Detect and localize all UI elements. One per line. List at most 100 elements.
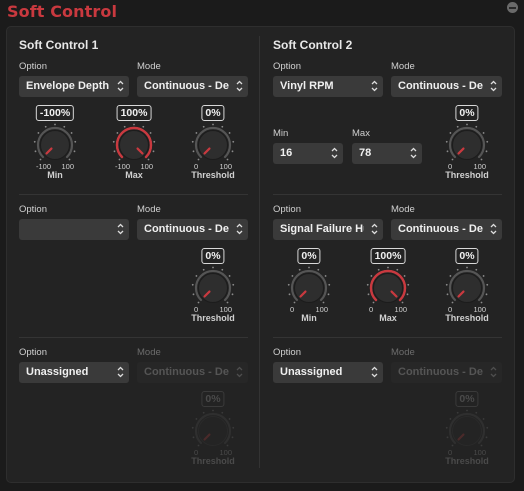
knob-dial[interactable] — [445, 123, 489, 167]
knob-tick — [195, 275, 198, 277]
knob-tick — [74, 140, 77, 143]
sc2-max-stepper[interactable]: 78 — [352, 143, 422, 164]
knob-tick — [228, 132, 231, 134]
sc2-row2-max-knob[interactable]: 100% 0 100 Max — [362, 248, 414, 324]
knob-tick — [232, 140, 235, 143]
knob-dial[interactable] — [33, 123, 77, 167]
updown-chevron-icon — [236, 80, 243, 92]
knob-tick — [133, 123, 135, 126]
sc2-row3-option-label: Option — [273, 347, 301, 358]
knob-tick — [396, 268, 399, 271]
knob-value: 100% — [370, 248, 406, 264]
knob-tick — [445, 426, 448, 429]
updown-chevron-icon — [117, 80, 124, 92]
knob-min-label: 0 — [290, 305, 295, 314]
knob-tick — [293, 301, 296, 304]
knob-value: 100% — [116, 105, 152, 121]
sc1-row2-mode-label: Mode — [137, 204, 161, 215]
knob-tick — [197, 301, 200, 304]
sc1-row3-threshold-knob: 0% 0 100 Threshold — [187, 391, 239, 467]
knob-max-label: 100 — [61, 162, 74, 171]
knob-tick — [212, 409, 214, 412]
sc1-row2-option-dropdown[interactable] — [19, 219, 129, 240]
knob-tick — [485, 436, 488, 439]
knob-tick — [466, 409, 468, 412]
knob-tick — [451, 444, 454, 447]
updown-chevron-icon — [236, 366, 243, 378]
sc2-row3-mode-label: Mode — [391, 347, 415, 358]
sc2-threshold-knob[interactable]: 0% 0 100 Threshold — [441, 105, 493, 181]
knob-face — [198, 130, 228, 160]
sc1-row2-mode-dropdown[interactable]: Continuous - Dead Zone — [137, 219, 248, 240]
knob-dial[interactable] — [191, 266, 235, 310]
knob-tick — [226, 301, 229, 304]
sc2-min-stepper[interactable]: 16 — [273, 143, 343, 164]
knob-tick — [451, 158, 454, 161]
sc1-row3-option-dropdown[interactable]: Unassigned — [19, 362, 129, 383]
sc2-row2-min-knob[interactable]: 0% 0 100 Min — [283, 248, 335, 324]
knob-tick — [366, 283, 369, 286]
knob-tick — [232, 426, 235, 429]
sc1-row1-option-label: Option — [19, 61, 47, 72]
knob-name: Threshold — [445, 170, 489, 180]
sc1-row1-mode-dropdown[interactable]: Continuous - Dead Zone — [137, 76, 248, 97]
dropdown-value: Signal Failure Hum — [280, 223, 364, 235]
knob-min-label: 0 — [369, 305, 374, 314]
knob-tick — [480, 158, 483, 161]
updown-chevron-icon — [410, 147, 417, 159]
knob-tick — [370, 275, 373, 277]
knob-tick — [33, 140, 36, 143]
knob-face — [294, 273, 324, 303]
knob-dial[interactable] — [445, 266, 489, 310]
knob-name: Max — [379, 313, 397, 323]
soft-control-1-title: Soft Control 1 — [19, 38, 99, 52]
sc2-row1-option-label: Option — [273, 61, 301, 72]
knob-tick — [322, 301, 325, 304]
knob-tick — [485, 150, 488, 153]
knob-face — [452, 416, 482, 446]
knob-tick — [39, 158, 42, 161]
knob-dial[interactable] — [287, 266, 331, 310]
knob-face — [198, 273, 228, 303]
sc2-row1-mode-dropdown[interactable]: Continuous - Dead Zone — [391, 76, 502, 97]
sc1-min-knob[interactable]: -100% -100 100 Min — [29, 105, 81, 181]
knob-tick — [475, 268, 478, 271]
sc1-row2-threshold-knob[interactable]: 0% 0 100 Threshold — [187, 248, 239, 324]
knob-tick — [328, 283, 331, 286]
knob-name: Threshold — [445, 313, 489, 323]
sc2-row2-mode-dropdown[interactable]: Continuous - Dead Zone — [391, 219, 502, 240]
updown-chevron-icon — [371, 366, 378, 378]
sc2-row3-option-dropdown[interactable]: Unassigned — [273, 362, 383, 383]
knob-tick — [480, 444, 483, 447]
knob-tick — [482, 132, 485, 134]
knob-face — [40, 130, 70, 160]
knob-tick — [113, 150, 116, 153]
row-divider — [273, 194, 502, 195]
sc2-row2-threshold-knob[interactable]: 0% 0 100 Threshold — [441, 248, 493, 324]
knob-tick — [377, 268, 380, 271]
knob-tick — [112, 140, 115, 143]
knob-tick — [231, 293, 234, 296]
sc1-max-knob[interactable]: 100% -100 100 Max — [108, 105, 160, 181]
knob-dial[interactable] — [112, 123, 156, 167]
knob-face — [198, 416, 228, 446]
sc2-row1-option-dropdown[interactable]: Vinyl RPM — [273, 76, 383, 97]
knob-tick — [387, 266, 389, 269]
sc2-max-label: Max — [352, 128, 370, 139]
knob-tick — [456, 411, 459, 414]
knob-tick — [54, 123, 56, 126]
sc1-row1-option-dropdown[interactable]: Envelope Depth - ... — [19, 76, 129, 97]
sc1-threshold-knob[interactable]: 0% 0 100 Threshold — [187, 105, 239, 181]
knob-tick — [466, 266, 468, 269]
knob-dial[interactable] — [366, 266, 410, 310]
knob-tick — [197, 158, 200, 161]
knob-tick — [287, 283, 290, 286]
knob-tick — [445, 283, 448, 286]
close-icon[interactable] — [507, 2, 518, 13]
knob-tick — [192, 293, 195, 296]
knob-tick — [221, 125, 224, 128]
updown-chevron-icon — [117, 223, 124, 235]
knob-dial[interactable] — [191, 123, 235, 167]
knob-dial — [445, 409, 489, 447]
sc2-row2-option-dropdown[interactable]: Signal Failure Hum — [273, 219, 383, 240]
